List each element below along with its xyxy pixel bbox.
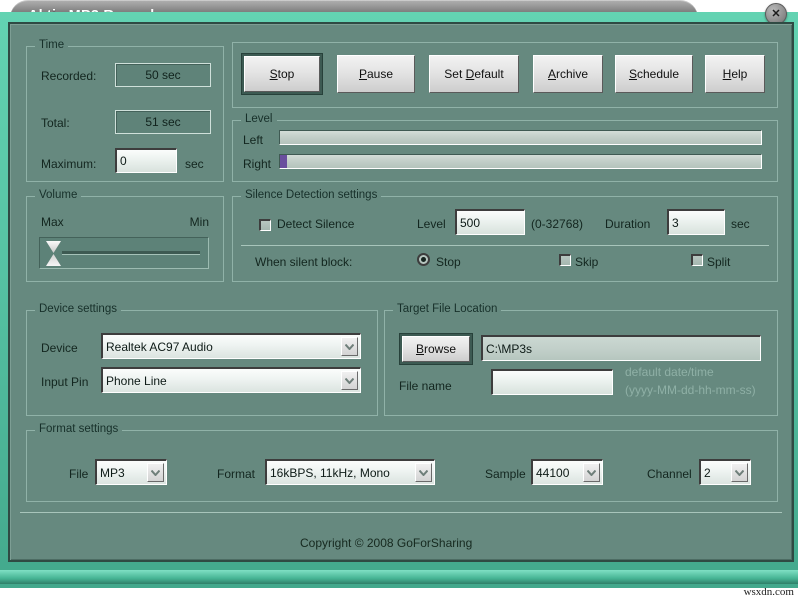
recorded-value: 50 sec: [115, 63, 211, 87]
chevron-down-icon[interactable]: [341, 371, 358, 390]
silent-action-stop-label: Stop: [436, 255, 461, 269]
transport-button-bar: Stop Pause Set Default Archive Schedule …: [232, 42, 778, 108]
file-name-input[interactable]: [491, 369, 613, 395]
channel-select[interactable]: 2: [699, 459, 751, 485]
schedule-button[interactable]: Schedule: [615, 55, 693, 93]
file-name-hint-line2: (yyyy-MM-dd-hh-mm-ss): [625, 383, 756, 397]
silent-action-stop-radio[interactable]: [417, 253, 430, 266]
silent-action-split-label: Split: [707, 255, 730, 269]
group-volume: Volume Max Min: [26, 196, 224, 282]
copyright-text: Copyright © 2008 GoForSharing: [300, 536, 472, 550]
help-button-label: Help: [723, 67, 748, 81]
device-select[interactable]: Realtek AC97 Audio: [101, 333, 361, 359]
maximum-input[interactable]: 0: [115, 148, 177, 173]
total-label: Total:: [41, 116, 70, 130]
detect-silence-checkbox[interactable]: [259, 219, 271, 231]
silence-separator: [241, 245, 769, 246]
stop-button-label: Stop: [270, 67, 295, 81]
input-pin-select-value: Phone Line: [106, 374, 341, 388]
volume-slider-track: [62, 251, 200, 255]
pause-button-label: Pause: [359, 67, 393, 81]
audio-format-select[interactable]: 16kBPS, 11kHz, Mono: [265, 459, 435, 485]
silence-level-range-label: (0-32768): [531, 217, 583, 231]
file-name-hint-line1: default date/time: [625, 365, 714, 379]
file-format-select-value: MP3: [100, 466, 147, 480]
browse-button[interactable]: Browse: [399, 333, 473, 365]
total-value: 51 sec: [115, 110, 211, 134]
input-pin-select[interactable]: Phone Line: [101, 367, 361, 393]
window-bottom-edge: [0, 570, 798, 584]
silence-duration-label: Duration: [605, 217, 650, 231]
level-right-meter: [279, 154, 762, 169]
audio-format-select-value: 16kBPS, 11kHz, Mono: [270, 466, 415, 480]
chevron-down-icon[interactable]: [415, 463, 432, 482]
file-name-label: File name: [399, 379, 452, 393]
group-level: Level Left Right: [232, 120, 778, 182]
group-device-legend: Device settings: [35, 303, 121, 315]
group-target-legend: Target File Location: [393, 303, 501, 315]
silent-action-skip-label: Skip: [575, 255, 598, 269]
maximum-unit-label: sec: [185, 157, 204, 171]
sample-rate-select-value: 44100: [536, 466, 583, 480]
archive-button-label: Archive: [548, 67, 588, 81]
chevron-down-icon[interactable]: [583, 463, 600, 482]
recorded-label: Recorded:: [41, 69, 96, 83]
group-target-file-location: Target File Location Browse C:\MP3s File…: [384, 310, 778, 416]
silence-level-input[interactable]: 500: [455, 209, 525, 235]
channel-select-value: 2: [704, 466, 731, 480]
set-default-button[interactable]: Set Default: [429, 55, 519, 93]
main-panel: Time Recorded: 50 sec Total: 51 sec Maxi…: [8, 22, 794, 562]
application-window: Aktiv MP3 Recorder ✕ Time Recorded: 50 s…: [0, 0, 798, 600]
file-format-select[interactable]: MP3: [95, 459, 167, 485]
silent-action-skip-checkbox[interactable]: [559, 254, 571, 266]
level-left-meter: [279, 130, 762, 145]
volume-max-label: Max: [41, 215, 64, 229]
browse-button-label: Browse: [416, 342, 456, 356]
volume-slider[interactable]: [39, 237, 209, 269]
volume-min-label: Min: [190, 215, 209, 229]
target-path-input[interactable]: C:\MP3s: [481, 335, 761, 361]
help-button[interactable]: Help: [705, 55, 765, 93]
pause-button[interactable]: Pause: [337, 55, 415, 93]
detect-silence-label: Detect Silence: [277, 217, 354, 231]
device-select-value: Realtek AC97 Audio: [106, 340, 341, 354]
group-format-legend: Format settings: [35, 423, 122, 435]
set-default-button-label: Set Default: [444, 67, 503, 81]
silence-duration-unit-label: sec: [731, 217, 750, 231]
group-device-settings: Device settings Device Realtek AC97 Audi…: [26, 310, 378, 416]
silence-level-label: Level: [417, 217, 446, 231]
device-label: Device: [41, 341, 78, 355]
schedule-button-label: Schedule: [629, 67, 679, 81]
channel-label: Channel: [647, 467, 692, 481]
chevron-down-icon[interactable]: [147, 463, 164, 482]
level-left-label: Left: [243, 133, 263, 147]
group-silence-legend: Silence Detection settings: [241, 189, 381, 201]
silence-duration-input[interactable]: 3: [667, 209, 725, 235]
watermark-text: wsxdn.com: [744, 586, 794, 598]
level-right-label: Right: [243, 157, 271, 171]
group-silence-detection: Silence Detection settings Detect Silenc…: [232, 196, 778, 282]
file-format-label: File: [69, 467, 88, 481]
chevron-down-icon[interactable]: [341, 337, 358, 356]
when-silent-block-label: When silent block:: [255, 255, 352, 269]
input-pin-label: Input Pin: [41, 375, 88, 389]
audio-format-label: Format: [217, 467, 255, 481]
archive-button[interactable]: Archive: [533, 55, 603, 93]
group-volume-legend: Volume: [35, 189, 81, 201]
group-time-legend: Time: [35, 39, 68, 51]
sample-rate-select[interactable]: 44100: [531, 459, 603, 485]
chevron-down-icon[interactable]: [731, 463, 748, 482]
group-format-settings: Format settings File MP3 Format 16kBPS, …: [26, 430, 778, 502]
stop-button[interactable]: Stop: [241, 53, 323, 95]
silent-action-split-checkbox[interactable]: [691, 254, 703, 266]
group-level-legend: Level: [241, 113, 277, 125]
sample-rate-label: Sample: [485, 467, 531, 481]
group-time: Time Recorded: 50 sec Total: 51 sec Maxi…: [26, 46, 224, 182]
maximum-label: Maximum:: [41, 157, 96, 171]
